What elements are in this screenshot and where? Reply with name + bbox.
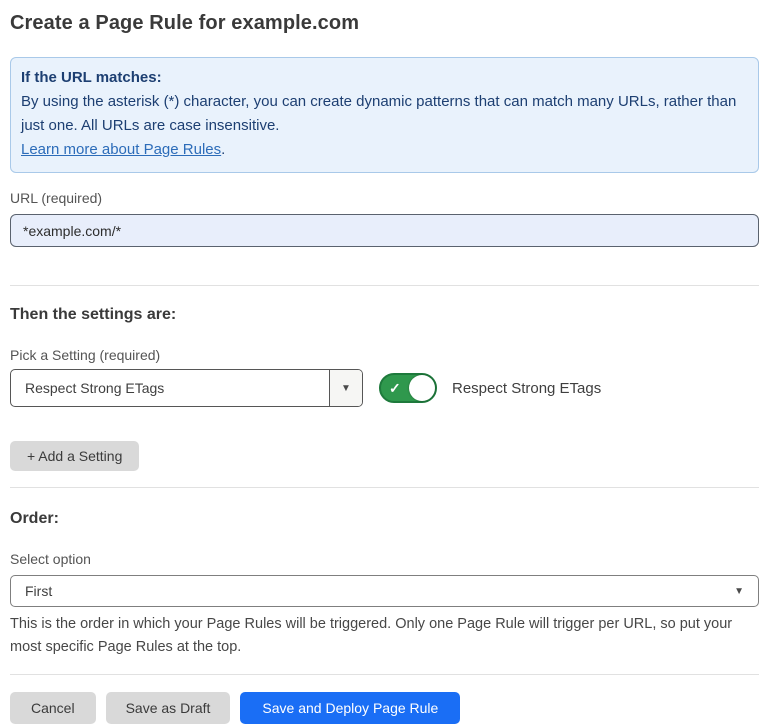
setting-select[interactable]: Respect Strong ETags ▼ <box>10 369 363 407</box>
order-select-label: Select option <box>10 551 759 567</box>
order-select[interactable]: First ▼ <box>10 575 759 607</box>
info-box-heading: If the URL matches: <box>21 66 744 90</box>
chevron-down-icon: ▼ <box>734 586 744 597</box>
page-title: Create a Page Rule for example.com <box>10 12 759 35</box>
check-icon: ✓ <box>389 381 401 395</box>
divider <box>10 285 759 286</box>
setting-select-arrow-button[interactable]: ▼ <box>329 370 362 406</box>
add-setting-button[interactable]: + Add a Setting <box>10 441 139 471</box>
save-and-deploy-button[interactable]: Save and Deploy Page Rule <box>240 692 460 724</box>
learn-more-link[interactable]: Learn more about Page Rules <box>21 141 221 158</box>
url-field-label: URL (required) <box>10 190 759 206</box>
create-page-rule-form: Create a Page Rule for example.com If th… <box>0 0 769 724</box>
setting-select-value: Respect Strong ETags <box>11 370 329 406</box>
divider <box>10 487 759 488</box>
chevron-down-icon: ▼ <box>341 383 351 394</box>
link-suffix: . <box>221 141 225 158</box>
info-box-body: By using the asterisk (*) character, you… <box>21 90 744 138</box>
footer-buttons: Cancel Save as Draft Save and Deploy Pag… <box>10 692 759 724</box>
setting-toggle[interactable]: ✓ <box>379 373 437 403</box>
order-section-heading: Order: <box>10 510 759 528</box>
cancel-button[interactable]: Cancel <box>10 692 96 724</box>
url-input[interactable] <box>10 214 759 247</box>
info-box-link-line: Learn more about Page Rules. <box>21 138 744 162</box>
save-as-draft-button[interactable]: Save as Draft <box>106 692 231 724</box>
pick-setting-label: Pick a Setting (required) <box>10 347 759 363</box>
toggle-label: Respect Strong ETags <box>452 380 601 397</box>
settings-section-heading: Then the settings are: <box>10 306 759 324</box>
order-select-value: First <box>25 583 52 599</box>
divider <box>10 674 759 675</box>
url-match-info-box: If the URL matches: By using the asteris… <box>10 57 759 173</box>
setting-row: Respect Strong ETags ▼ ✓ Respect Strong … <box>10 369 759 407</box>
order-help-text: This is the order in which your Page Rul… <box>10 613 759 659</box>
toggle-knob <box>409 375 435 401</box>
